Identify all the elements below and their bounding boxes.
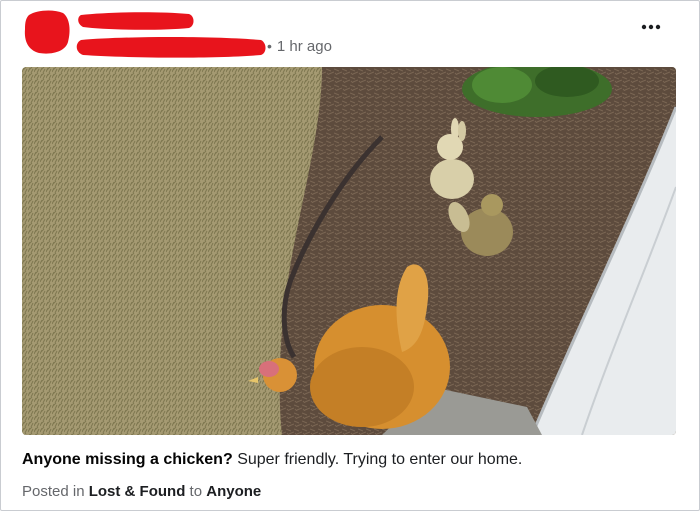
timestamp-separator: •	[267, 38, 272, 54]
more-options-button[interactable]	[637, 15, 665, 39]
redacted-avatar	[24, 10, 70, 54]
caption-details: Super friendly. Trying to enter our home…	[237, 451, 523, 468]
redacted-group-name	[76, 37, 266, 58]
post-header: • 1 hr ago	[1, 1, 699, 65]
post-card: • 1 hr ago Anyone missing a chicken? Sup…	[0, 0, 700, 511]
post-meta: Posted in Lost & Found to Anyone	[22, 481, 261, 503]
redacted-author-name	[78, 12, 194, 30]
posted-in-label: Posted in	[22, 483, 85, 500]
audience-label: to	[189, 483, 203, 500]
post-caption: Anyone missing a chicken? Super friendly…	[22, 449, 522, 471]
audience-link[interactable]: Anyone	[206, 483, 261, 500]
group-link[interactable]: Lost & Found	[89, 483, 186, 500]
post-timestamp[interactable]: • 1 hr ago	[267, 37, 332, 56]
timestamp-text: 1 hr ago	[276, 38, 332, 55]
post-photo[interactable]	[22, 67, 676, 435]
more-horizontal-icon	[641, 24, 661, 30]
caption-question: Anyone missing a chicken?	[22, 451, 233, 468]
